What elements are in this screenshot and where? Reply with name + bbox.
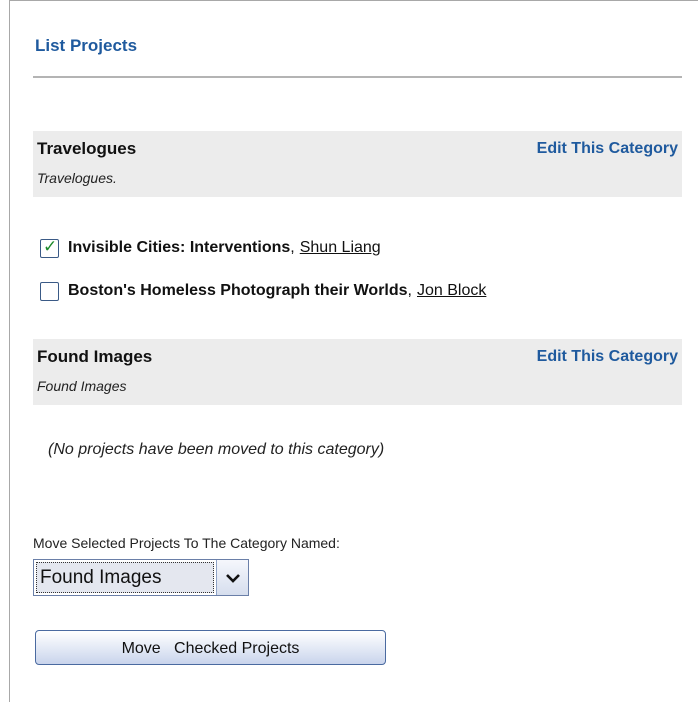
category-name: Travelogues [37, 139, 137, 158]
project-checkbox[interactable]: ✓ [40, 236, 59, 258]
project-row: ✓ Invisible Cities: Interventions, Shun L… [40, 236, 381, 260]
category-header-found-images: Found Images Edit This Category Found Im… [33, 339, 682, 405]
project-author-link[interactable]: Shun Liang [300, 239, 381, 257]
empty-category-message: (No projects have been moved to this cat… [48, 441, 385, 458]
category-description: Found Images [37, 378, 127, 394]
category-description: Travelogues. [37, 170, 117, 186]
frame-top-border [9, 0, 698, 1]
move-category-label: Move Selected Projects To The Category N… [33, 535, 340, 551]
frame-left-border [9, 0, 10, 702]
chevron-down-icon[interactable] [216, 560, 248, 595]
project-title: Invisible Cities: Interventions [68, 239, 291, 256]
title-divider [33, 76, 682, 78]
category-select-value: Found Images [36, 562, 214, 593]
project-title: Boston's Homeless Photograph their World… [68, 282, 408, 299]
project-row: Boston's Homeless Photograph their World… [40, 279, 486, 303]
page-title: List Projects [35, 36, 138, 55]
project-author-link[interactable]: Jon Block [417, 282, 486, 300]
category-name: Found Images [37, 347, 153, 366]
checkmark-icon: ✓ [43, 236, 58, 256]
project-separator: , [290, 239, 295, 256]
project-checkbox[interactable] [40, 281, 59, 301]
edit-category-link[interactable]: Edit This Category [537, 348, 678, 366]
project-separator: , [407, 282, 412, 299]
edit-category-link[interactable]: Edit This Category [537, 140, 678, 158]
category-header-travelogues: Travelogues Edit This Category Travelogu… [33, 131, 682, 197]
category-select[interactable]: Found Images [33, 559, 249, 596]
move-checked-projects-button[interactable]: Move Checked Projects [35, 630, 386, 665]
